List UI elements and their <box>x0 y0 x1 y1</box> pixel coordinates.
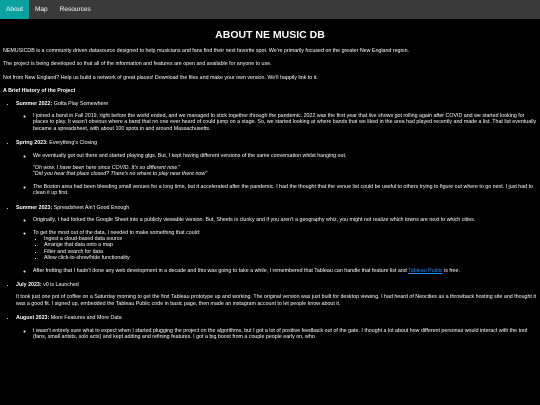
section-headline: More Features and More Data <box>50 315 122 322</box>
section-season: August 2023: <box>16 315 50 322</box>
history-section: July 2023: v0 is Launched It took just o… <box>16 282 537 307</box>
section-items: Originally, I had forked the Google Shee… <box>16 217 537 274</box>
tableau-public-link[interactable]: Tableau Public <box>408 268 442 274</box>
section-item: We eventually got out there and started … <box>33 153 537 178</box>
intro-paragraph: The project is being developed so that a… <box>3 61 272 68</box>
section-headline: Gotta Play Somewhere <box>53 100 109 107</box>
main-content: ABOUT NE MUSIC DB NEMUSICDB is a communi… <box>0 29 540 340</box>
section-heading: Summer 2022: Gotta Play Somewhere <box>16 101 537 107</box>
section-item: To get the most out of the data, I neede… <box>33 230 537 262</box>
section-item: I joined a band in Fall 2019, right befo… <box>33 113 537 132</box>
section-item: I wasn't entirely sure what to expect wh… <box>33 328 537 341</box>
history-section: Summer 2022: Gotta Play Somewhere I join… <box>16 101 537 133</box>
history-section: Spring 2023: Everything's Closing We eve… <box>16 140 537 196</box>
section-season: July 2023: <box>16 281 42 288</box>
nav-map[interactable]: Map <box>29 0 54 19</box>
quote-line: "Did you hear that place closed? There's… <box>33 171 208 178</box>
section-item-text: After fretting that I hadn't done any we… <box>33 267 407 274</box>
history-heading: A Brief History of the Project <box>3 88 76 95</box>
section-item: After fretting that I hadn't done any we… <box>33 268 537 274</box>
section-headline: v0 is Launched <box>43 281 79 288</box>
section-headline: Spreadsheet Ain't Good Enough <box>53 204 130 211</box>
section-items: I joined a band in Fall 2019, right befo… <box>16 113 537 132</box>
section-heading: Summer 2023: Spreadsheet Ain't Good Enou… <box>16 205 537 211</box>
page-title: ABOUT NE MUSIC DB <box>215 29 325 41</box>
section-season: Spring 2023: <box>16 140 48 147</box>
section-heading: July 2023: v0 is Launched <box>16 282 537 288</box>
section-heading: August 2023: More Features and More Data <box>16 315 537 321</box>
section-heading: Spring 2023: Everything's Closing <box>16 140 537 146</box>
nav-resources[interactable]: Resources <box>54 0 97 19</box>
list-intro: To get the most out of the data, I neede… <box>33 229 201 236</box>
section-item-text: is free. <box>442 267 460 274</box>
feature-list: Ingest a cloud-based data source Arrange… <box>33 236 537 262</box>
section-items: I wasn't entirely sure what to expect wh… <box>16 328 537 341</box>
section-headline: Everything's Closing <box>49 140 98 147</box>
section-items: We eventually got out there and started … <box>16 153 537 197</box>
section-item: The Boston area had been bleeding small … <box>33 184 537 197</box>
nav-about[interactable]: About <box>0 0 29 19</box>
history-section: Summer 2023: Spreadsheet Ain't Good Enou… <box>16 205 537 274</box>
section-season: Summer 2023: <box>16 204 53 211</box>
section-item-text: We eventually got out there and started … <box>33 152 347 159</box>
section-paragraph: It took just one pot of coffee on a Satu… <box>16 294 536 307</box>
history-section: August 2023: More Features and More Data… <box>16 315 537 340</box>
history-list: Summer 2022: Gotta Play Somewhere I join… <box>3 101 537 341</box>
top-nav: About Map Resources <box>0 0 540 19</box>
section-item: Originally, I had forked the Google Shee… <box>33 217 537 223</box>
feature-item: Allow click-to-show/hide functionality <box>44 255 537 261</box>
section-season: Summer 2022: <box>16 100 53 107</box>
intro-paragraph: Not from New England? Help us build a ne… <box>3 74 318 81</box>
intro-paragraph: NEMUSICDB is a community driven datasour… <box>3 48 410 54</box>
